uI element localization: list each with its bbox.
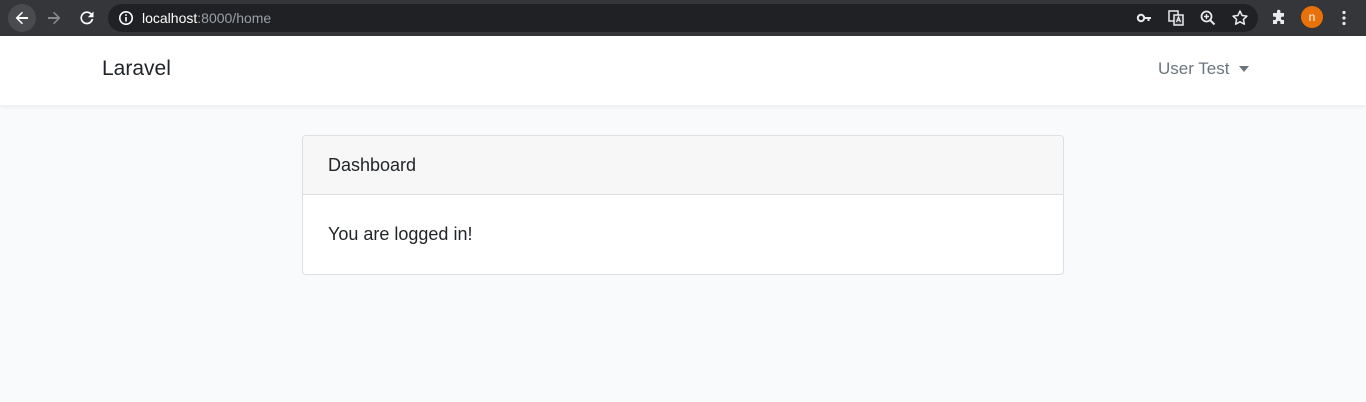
url-host: localhost xyxy=(142,10,198,26)
dashboard-card: Dashboard You are logged in! xyxy=(302,135,1064,275)
brand-link[interactable]: Laravel xyxy=(102,56,171,82)
profile-avatar[interactable]: n xyxy=(1301,6,1323,28)
app-navbar: Laravel User Test xyxy=(0,36,1366,105)
url-text[interactable]: localhost:8000/home xyxy=(142,10,271,26)
browser-toolbar: localhost:8000/home n xyxy=(0,0,1366,36)
browser-menu-icon[interactable] xyxy=(1334,8,1354,28)
back-button[interactable] xyxy=(8,4,36,32)
translate-icon[interactable] xyxy=(1166,8,1186,28)
back-arrow-icon xyxy=(15,11,28,25)
forward-arrow-icon xyxy=(48,11,61,25)
user-name: User Test xyxy=(1158,59,1230,78)
url-path: :8000/home xyxy=(197,10,272,26)
password-key-icon[interactable] xyxy=(1134,8,1154,28)
card-body-message: You are logged in! xyxy=(328,224,473,244)
card-header: Dashboard xyxy=(303,136,1063,195)
site-info-icon[interactable] xyxy=(118,10,134,26)
zoom-icon[interactable] xyxy=(1198,8,1218,28)
reload-icon xyxy=(80,11,94,25)
caret-down-icon xyxy=(1238,66,1249,72)
extensions-icon[interactable] xyxy=(1269,8,1289,28)
address-bar[interactable]: localhost:8000/home xyxy=(108,4,1258,32)
forward-button[interactable] xyxy=(40,4,68,32)
reload-button[interactable] xyxy=(73,4,101,32)
bookmark-star-icon[interactable] xyxy=(1230,8,1250,28)
user-dropdown[interactable]: User Test xyxy=(1158,58,1249,80)
